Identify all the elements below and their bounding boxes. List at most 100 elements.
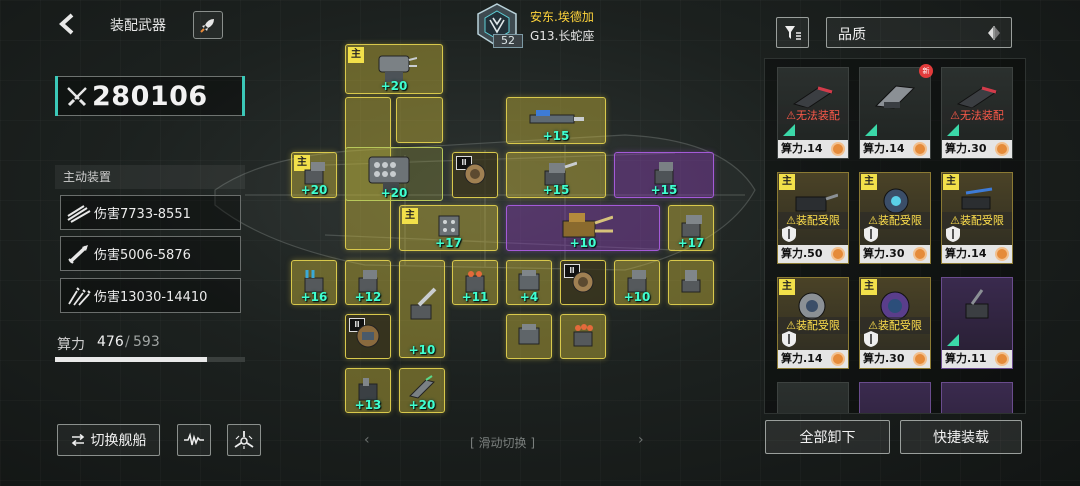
shield-rank-icon	[782, 226, 796, 242]
rail-cannon-icon	[529, 109, 584, 124]
compute-current: 476	[97, 334, 124, 350]
inventory-card[interactable]: 主 ⚠装配受限 算力.30	[859, 277, 931, 369]
inventory-card[interactable]: 主 ⚠装配受限 算力.14	[777, 277, 849, 369]
weapon-slot[interactable]: +15	[506, 97, 606, 144]
compute-cost-icon	[995, 247, 1009, 261]
compute-cost-icon	[995, 352, 1009, 366]
blade-launcher-icon	[874, 85, 916, 109]
rocket-button[interactable]	[193, 11, 223, 39]
flak-turret-icon	[573, 323, 593, 347]
tri-star-icon	[234, 431, 254, 449]
weapon-level: +13	[354, 398, 382, 412]
waveform-icon	[184, 432, 204, 446]
warning-text: 装配受限	[795, 214, 840, 227]
weapon-level: +15	[650, 183, 678, 197]
weapon-slot-empty[interactable]	[396, 97, 443, 143]
active-device-damage: 伤害5006-5876	[94, 248, 191, 263]
weapon-slot[interactable]: 主 +20	[345, 44, 443, 94]
compute-progress-fill	[55, 357, 207, 362]
page-prev-arrow[interactable]: ‹	[364, 432, 370, 448]
compute-label: 算力	[57, 337, 85, 353]
weapon-slot[interactable]: 主 +20	[291, 152, 337, 198]
warning-text: 无法装配	[795, 109, 840, 122]
shield-rank-icon	[782, 331, 796, 347]
weapon-slot[interactable]: +20	[399, 368, 445, 413]
weapon-slot[interactable]: +13	[345, 368, 391, 413]
inventory-card[interactable]	[941, 382, 1013, 413]
shield-rank-icon	[946, 226, 960, 242]
weapon-slot[interactable]: +12	[345, 260, 391, 305]
weapon-level: +10	[569, 236, 597, 250]
inventory-card[interactable]: ⚠无法装配 算力.30	[941, 67, 1013, 159]
active-device-3[interactable]: 伤害13030-14410	[60, 278, 241, 313]
new-badge: 新	[919, 64, 933, 78]
weapon-slot[interactable]: +15	[506, 152, 606, 198]
weapon-slot[interactable]: Ⅲ	[345, 314, 391, 359]
weapon-slot[interactable]: +4	[506, 260, 552, 305]
inventory-card[interactable]: 主 ⚠装配受限 算力.14	[941, 172, 1013, 264]
weapon-level: +15	[542, 183, 570, 197]
weapon-slot[interactable]	[560, 314, 606, 359]
weapon-slot[interactable]: +10	[506, 205, 660, 251]
warning-text: 装配受限	[877, 319, 922, 332]
active-device-2[interactable]: 伤害5006-5876	[60, 236, 241, 271]
switch-ship-button[interactable]: 切换舰船	[57, 424, 160, 456]
chevron-left-icon	[59, 13, 74, 35]
compute-cost-icon	[831, 247, 845, 261]
quick-equip-button[interactable]: 快捷装载	[900, 420, 1022, 454]
weapon-slot[interactable]	[506, 314, 552, 359]
coil-device-icon	[464, 163, 486, 185]
combat-power-display: 280106	[55, 76, 245, 116]
main-weapon-tag: 主	[348, 47, 364, 63]
inventory-card[interactable]: 主 ⚠装配受限 算力.50	[777, 172, 849, 264]
laser-turret-icon	[965, 289, 989, 319]
compute-separator: /	[125, 334, 130, 350]
weapon-slot[interactable]: +10	[399, 260, 445, 358]
weapon-slot[interactable]: +10	[614, 260, 660, 305]
inventory-card[interactable]: 新 算力.14	[859, 64, 933, 159]
inventory-card[interactable]	[859, 382, 931, 413]
warning-text: 装配受限	[877, 214, 922, 227]
weapon-level: +20	[300, 183, 328, 197]
weapon-slot[interactable]: 主 +17	[399, 205, 498, 251]
compute-cost-icon	[913, 247, 927, 261]
weapon-slot[interactable]: +15	[614, 152, 714, 198]
weapon-slot[interactable]: +16	[291, 260, 337, 305]
inventory-card[interactable]: 主 ⚠装配受限 算力.30	[859, 172, 931, 264]
crossed-swords-icon	[67, 87, 87, 107]
sort-dropdown[interactable]: 品质	[826, 17, 1012, 48]
back-button[interactable]	[52, 10, 82, 38]
weapon-slot[interactable]: Ⅲ	[560, 260, 606, 305]
weapon-slot[interactable]	[668, 260, 714, 305]
weapon-slot[interactable]: Ⅲ	[452, 152, 498, 198]
sort-label: 品质	[838, 27, 866, 43]
weapon-slot[interactable]: +17	[668, 205, 714, 251]
green-rank-icon	[947, 124, 959, 136]
railgun-icon	[410, 287, 437, 320]
weapon-level: +20	[408, 398, 436, 412]
active-device-1[interactable]: 伤害7733-8551	[60, 195, 241, 230]
inventory-card[interactable]	[777, 382, 849, 413]
scatter-missile-icon	[68, 286, 91, 306]
weapon-level: +20	[380, 186, 408, 200]
compute-cost-icon	[995, 142, 1009, 156]
weapon-slot[interactable]: +20	[345, 147, 443, 201]
formation-button[interactable]	[227, 424, 261, 456]
inventory-card[interactable]: 算力.11	[941, 277, 1013, 369]
weapon-slot[interactable]: +11	[452, 260, 498, 305]
page-next-arrow[interactable]: ›	[638, 432, 644, 448]
active-device-damage: 伤害7733-8551	[94, 207, 191, 222]
shield-rank-icon	[864, 331, 878, 347]
weapon-level: +4	[519, 290, 539, 304]
compute-max: 593	[133, 334, 160, 350]
filter-button[interactable]	[776, 17, 809, 48]
inventory-card[interactable]: ⚠无法装配 算力.14	[777, 67, 849, 159]
main-weapon-tag: 主	[402, 208, 418, 224]
launcher-box-icon	[518, 323, 540, 345]
weapon-level: +11	[461, 290, 489, 304]
missile-volley-icon	[67, 204, 91, 223]
weapon-level: +20	[380, 79, 408, 93]
green-rank-icon	[783, 124, 795, 136]
unequip-all-button[interactable]: 全部卸下	[765, 420, 890, 454]
waveform-button[interactable]	[177, 424, 211, 456]
